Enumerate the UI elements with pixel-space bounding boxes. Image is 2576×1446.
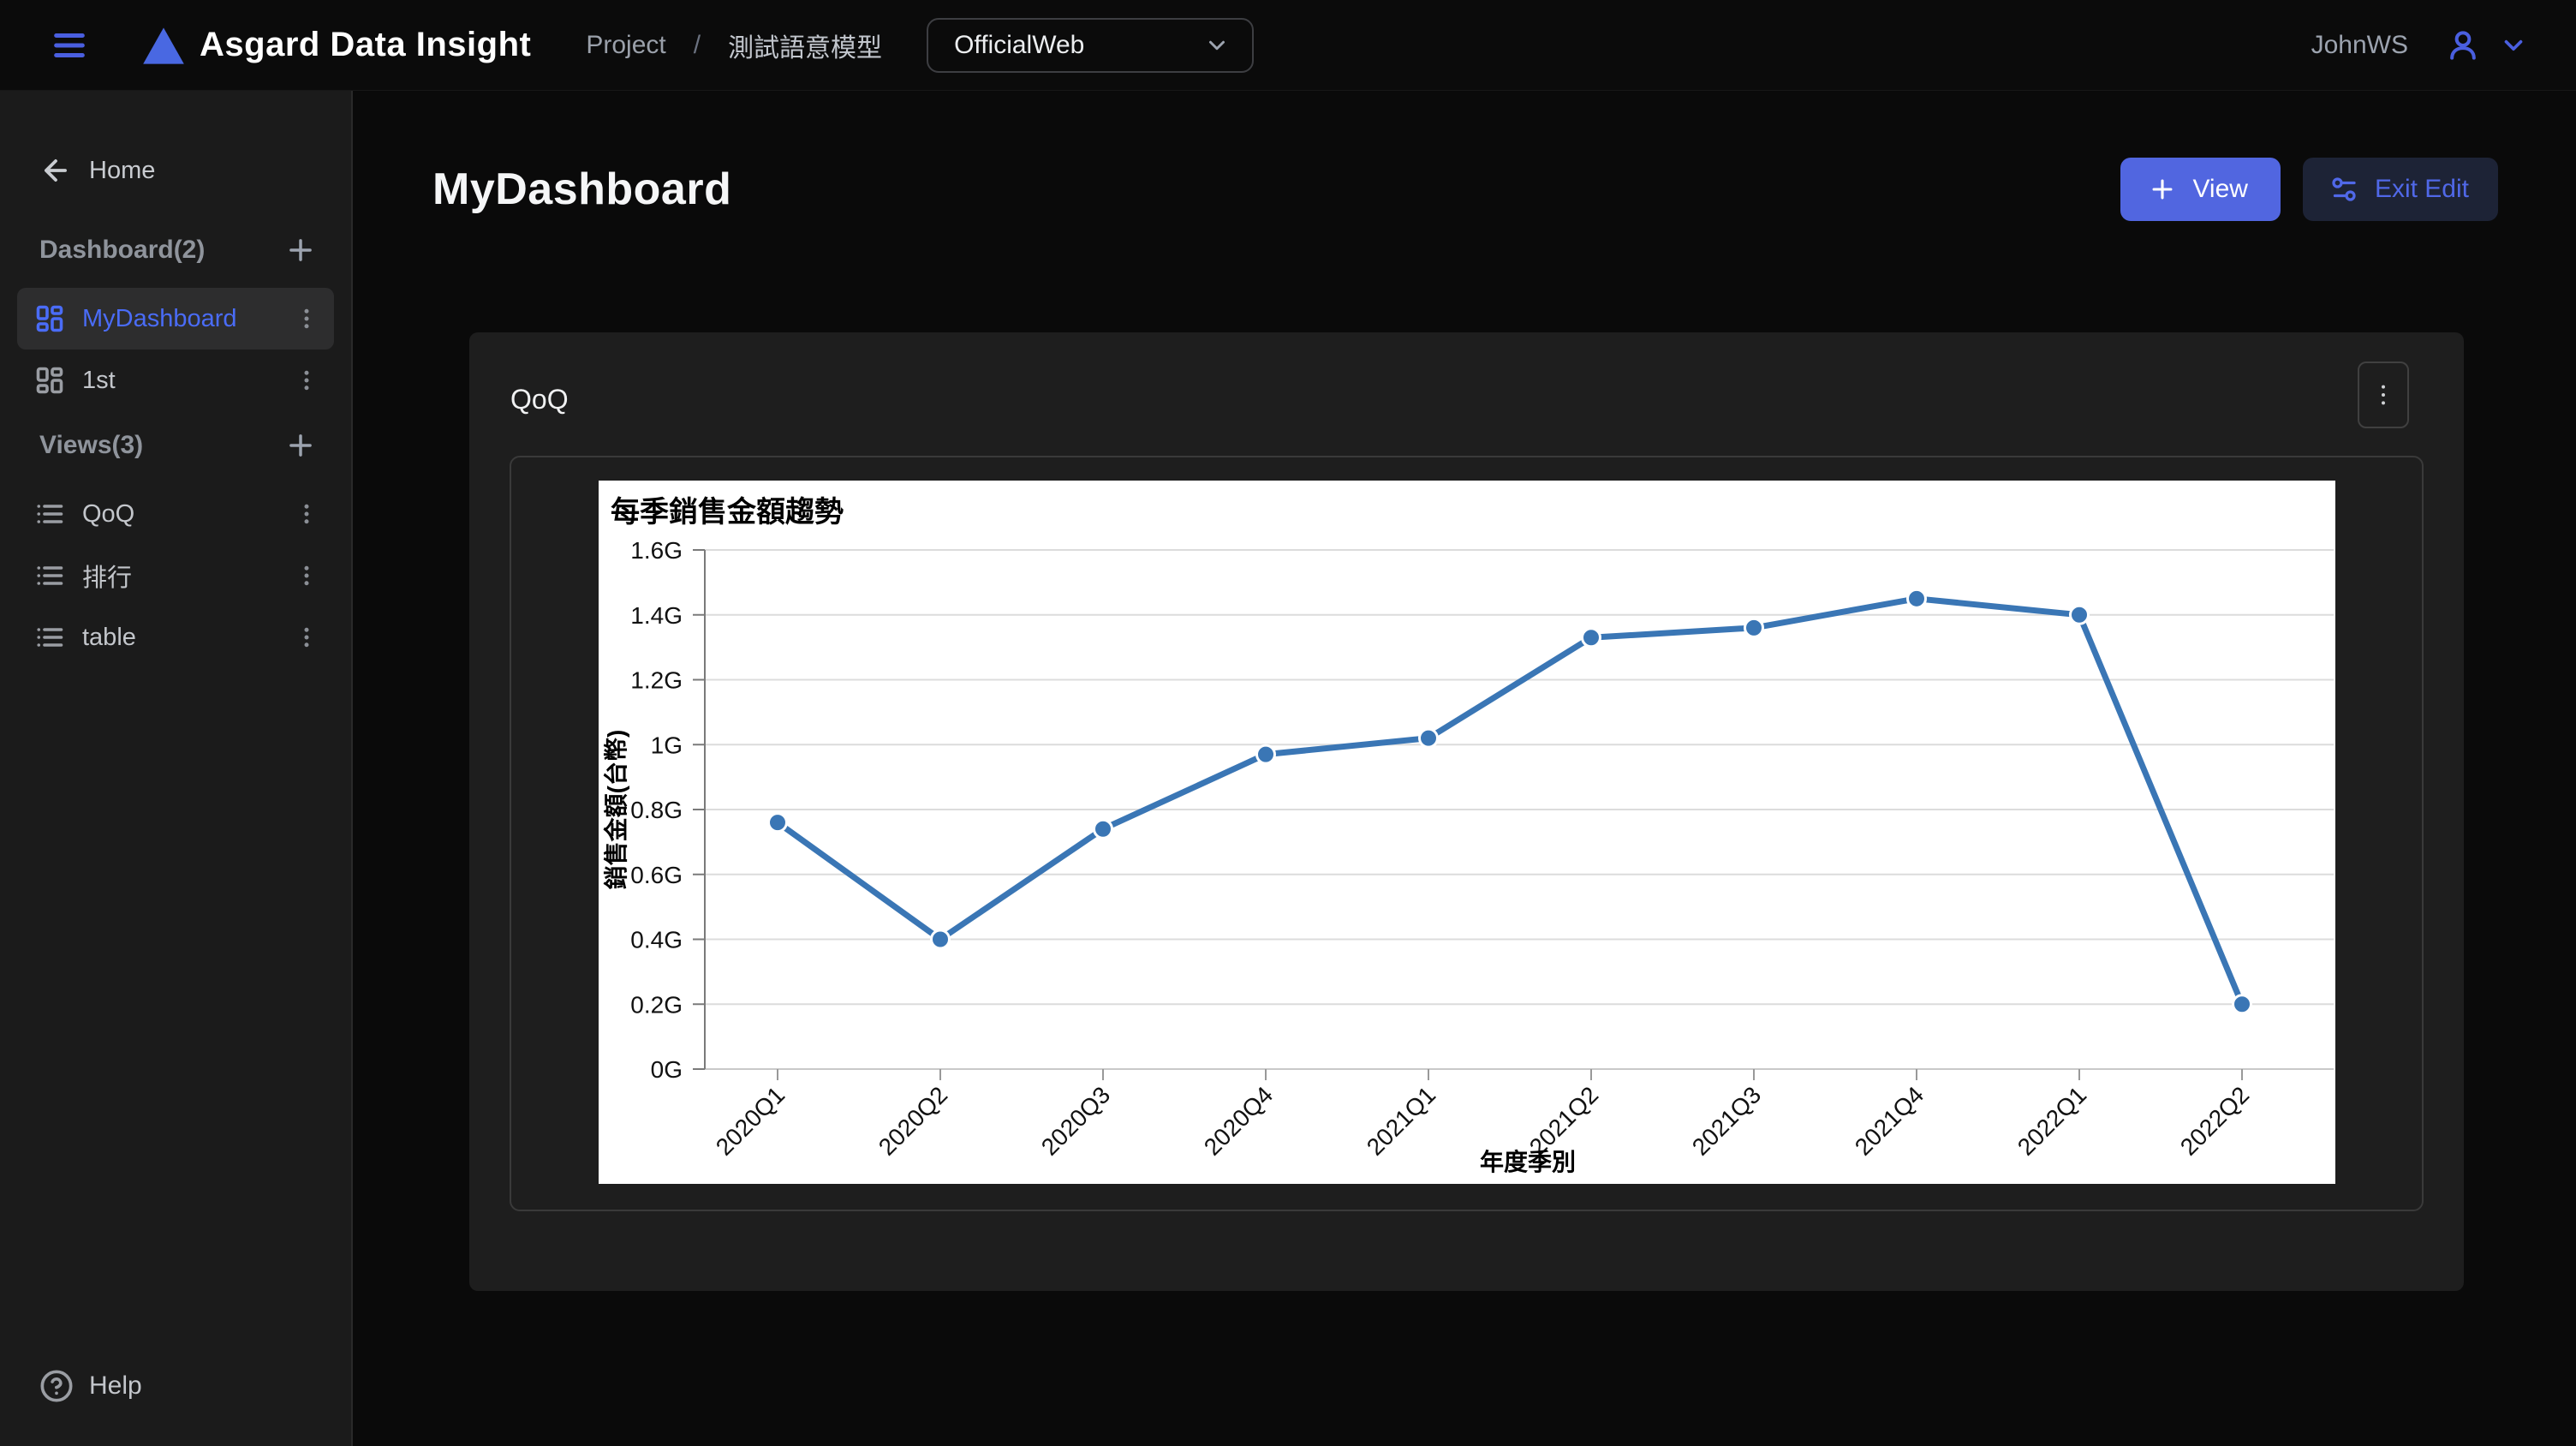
page-title: MyDashboard bbox=[432, 164, 731, 215]
sidebar-item-label: table bbox=[82, 624, 271, 652]
app-title: Asgard Data Insight bbox=[200, 26, 531, 64]
list-icon bbox=[34, 622, 65, 653]
views-list: QoQ 排行 table bbox=[17, 483, 334, 668]
plus-icon bbox=[2148, 175, 2177, 204]
exit-edit-button[interactable]: Exit Edit bbox=[2303, 158, 2498, 221]
svg-text:0.6G: 0.6G bbox=[630, 862, 683, 888]
plus-icon bbox=[284, 429, 317, 462]
svg-text:0.4G: 0.4G bbox=[630, 927, 683, 953]
svg-text:0.2G: 0.2G bbox=[630, 991, 683, 1018]
user-avatar-icon[interactable] bbox=[2444, 27, 2482, 64]
svg-text:銷售金額(台幣): 銷售金額(台幣) bbox=[602, 730, 629, 890]
list-icon bbox=[34, 499, 65, 529]
list-icon bbox=[34, 560, 65, 591]
1st-kebab-menu-button[interactable] bbox=[288, 362, 325, 399]
more-vertical-icon bbox=[294, 367, 319, 393]
widget-card-title: QoQ bbox=[510, 384, 569, 415]
dashboard-section-label: Dashboard(2) bbox=[39, 236, 205, 265]
sliders-icon bbox=[2329, 174, 2359, 205]
widget-card-header: QoQ bbox=[469, 332, 2464, 456]
sidebar-item-label: QoQ bbox=[82, 500, 271, 529]
workspace-dropdown[interactable]: OfficialWeb bbox=[927, 18, 1254, 73]
svg-text:1G: 1G bbox=[650, 732, 682, 758]
help-button[interactable]: Help bbox=[26, 1364, 334, 1408]
view-button-label: View bbox=[2192, 175, 2247, 204]
svg-text:1.6G: 1.6G bbox=[630, 537, 683, 564]
more-vertical-icon bbox=[294, 501, 319, 527]
dashboard-grid-icon bbox=[34, 365, 65, 396]
menu-icon bbox=[50, 26, 89, 65]
more-vertical-icon bbox=[294, 306, 319, 332]
breadcrumb-project[interactable]: Project bbox=[586, 31, 665, 60]
page-title-row: MyDashboard View Exit Edit bbox=[353, 91, 2576, 221]
sidebar-item-label: 排行 bbox=[82, 558, 271, 594]
sidebar-item-label: MyDashboard bbox=[82, 305, 271, 333]
widget-kebab-menu-button[interactable] bbox=[2358, 362, 2409, 428]
svg-text:1.4G: 1.4G bbox=[630, 602, 683, 629]
svg-text:1.2G: 1.2G bbox=[630, 667, 683, 694]
more-vertical-icon bbox=[2370, 382, 2396, 408]
help-label: Help bbox=[89, 1371, 142, 1401]
chart-panel: 0G0.2G0.4G0.6G0.8G1G1.2G1.4G1.6G2020Q120… bbox=[510, 456, 2424, 1211]
sidebar-item-label: 1st bbox=[82, 367, 271, 395]
qoq-kebab-menu-button[interactable] bbox=[288, 495, 325, 533]
views-section-label: Views(3) bbox=[39, 431, 143, 460]
toolbar: View Exit Edit bbox=[2120, 158, 2498, 221]
plus-icon bbox=[284, 234, 317, 266]
views-section-header: Views(3) bbox=[17, 427, 334, 464]
sidebar-home-label: Home bbox=[89, 157, 155, 185]
exit-edit-button-label: Exit Edit bbox=[2375, 175, 2469, 204]
add-dashboard-button[interactable] bbox=[281, 230, 320, 270]
more-vertical-icon bbox=[294, 624, 319, 650]
sidebar-item-ranking[interactable]: 排行 bbox=[17, 545, 334, 606]
user-menu-chevron-icon[interactable] bbox=[2499, 31, 2528, 60]
app-logo-triangle-icon bbox=[141, 25, 186, 66]
dashboard-list: MyDashboard 1st bbox=[17, 288, 334, 411]
sidebar-item-mydashboard[interactable]: MyDashboard bbox=[17, 288, 334, 350]
svg-text:年度季別: 年度季別 bbox=[1479, 1148, 1575, 1175]
dashboard-section-header: Dashboard(2) bbox=[17, 231, 334, 269]
qoq-widget-card: QoQ 0G0.2G0.4G0.6G0.8G1G1.2G1.4G1.6G2020… bbox=[469, 332, 2464, 1291]
add-view-button-main[interactable]: View bbox=[2120, 158, 2280, 221]
user-name: JohnWS bbox=[2311, 31, 2408, 60]
svg-text:0.8G: 0.8G bbox=[630, 797, 683, 823]
main-content: MyDashboard View Exit Edit QoQ 0G 0.2G 0.4… bbox=[353, 91, 2576, 1446]
ranking-kebab-menu-button[interactable] bbox=[288, 557, 325, 595]
dashboard-grid-icon bbox=[34, 303, 65, 334]
workspace-dropdown-value: OfficialWeb bbox=[954, 31, 1084, 60]
add-view-button[interactable] bbox=[281, 426, 320, 465]
chevron-down-icon bbox=[1204, 33, 1230, 58]
table-kebab-menu-button[interactable] bbox=[288, 618, 325, 656]
line-chart: 0G0.2G0.4G0.6G0.8G1G1.2G1.4G1.6G2020Q120… bbox=[599, 481, 2335, 1184]
app-header: Asgard Data Insight Project / 測試語意模型 Off… bbox=[0, 0, 2576, 91]
breadcrumb-separator: / bbox=[694, 31, 701, 60]
mydashboard-kebab-menu-button[interactable] bbox=[288, 300, 325, 338]
svg-text:0G: 0G bbox=[650, 1056, 682, 1083]
arrow-left-icon bbox=[39, 154, 72, 187]
more-vertical-icon bbox=[294, 563, 319, 589]
sidebar-item-table[interactable]: table bbox=[17, 606, 334, 668]
sidebar-item-1st[interactable]: 1st bbox=[17, 350, 334, 411]
sidebar: Home Dashboard(2) MyDashboard 1st bbox=[0, 91, 353, 1446]
sidebar-item-qoq[interactable]: QoQ bbox=[17, 483, 334, 545]
sidebar-home-button[interactable]: Home bbox=[26, 149, 334, 192]
help-circle-icon bbox=[39, 1369, 74, 1403]
hamburger-menu-button[interactable] bbox=[47, 23, 92, 68]
breadcrumb-current-model: 測試語意模型 bbox=[728, 27, 882, 64]
svg-text:每季銷售金額趨勢: 每季銷售金額趨勢 bbox=[611, 495, 844, 529]
